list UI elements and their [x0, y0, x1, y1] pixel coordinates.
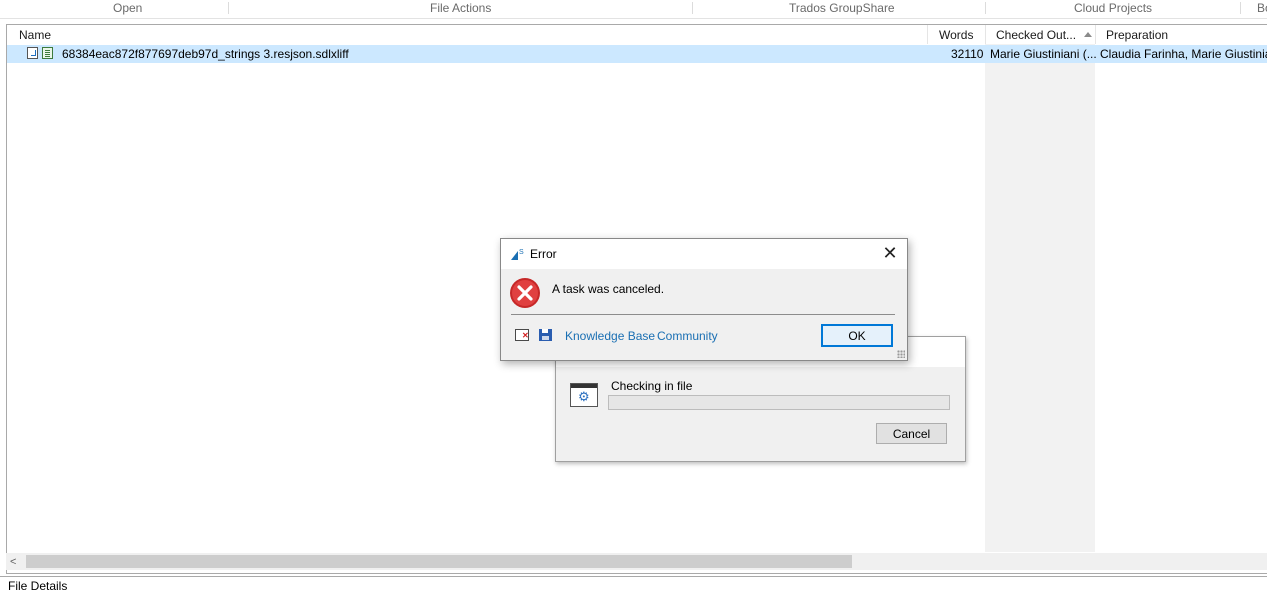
ribbon-group-truncated[interactable]: Bo — [1257, 1, 1267, 15]
svg-text:S: S — [519, 249, 524, 256]
gear-window-icon: ⚙ — [570, 383, 598, 407]
error-dialog-title: Error — [530, 247, 557, 261]
cell-words: 32110 — [951, 47, 984, 61]
window-error-icon[interactable] — [515, 329, 529, 341]
ok-button[interactable]: OK — [821, 324, 893, 347]
column-header-name[interactable]: Name — [19, 28, 51, 42]
ribbon-separator — [692, 2, 693, 14]
scroll-left-arrow[interactable]: < — [10, 556, 16, 568]
column-divider[interactable] — [985, 25, 986, 44]
column-header-checked-out[interactable]: Checked Out... — [996, 28, 1076, 42]
resize-grip-icon[interactable] — [897, 350, 905, 358]
knowledge-base-link[interactable]: Knowledge Base — [565, 329, 655, 343]
cancel-button[interactable]: Cancel — [876, 423, 947, 444]
grid-header: Name Words Checked Out... Preparation — [7, 25, 1267, 44]
file-details-panel: File Details — [0, 576, 1267, 593]
ribbon-separator — [985, 2, 986, 14]
cell-preparation: Claudia Farinha, Marie Giustiniani — [1100, 47, 1267, 61]
error-message: A task was canceled. — [552, 282, 665, 296]
scrollbar-thumb[interactable] — [26, 555, 852, 568]
ribbon-group-open[interactable]: Open — [113, 1, 142, 15]
app-icon: S — [511, 249, 524, 260]
cell-name: 68384eac872f877697deb97d_strings 3.resjs… — [62, 47, 349, 61]
column-divider[interactable] — [1095, 25, 1096, 44]
community-link[interactable]: Community — [657, 329, 718, 343]
progress-bar — [608, 395, 950, 410]
progress-message: Checking in file — [611, 379, 693, 393]
close-icon[interactable]: ✕ — [879, 243, 901, 265]
ribbon-group-trados-groupshare[interactable]: Trados GroupShare — [789, 1, 895, 15]
column-header-words[interactable]: Words — [939, 28, 973, 42]
file-checkin-icon — [27, 47, 38, 59]
save-icon[interactable] — [539, 329, 552, 341]
error-dialog: S Error ✕ A task was canceled. Knowledge… — [500, 238, 908, 361]
sorted-column-highlight — [985, 44, 1095, 552]
horizontal-scrollbar[interactable]: < — [6, 553, 1267, 570]
file-details-title[interactable]: File Details — [8, 579, 67, 593]
ribbon-group-bar: Open File Actions Trados GroupShare Clou… — [0, 0, 1267, 19]
ribbon-separator — [228, 2, 229, 14]
ribbon-group-cloud-projects[interactable]: Cloud Projects — [1074, 1, 1152, 15]
error-icon — [510, 278, 540, 308]
ribbon-group-file-actions[interactable]: File Actions — [430, 1, 491, 15]
column-header-preparation[interactable]: Preparation — [1106, 28, 1168, 42]
ribbon-separator — [1240, 2, 1241, 14]
table-row[interactable]: 68384eac872f877697deb97d_strings 3.resjs… — [7, 45, 1267, 63]
error-dialog-titlebar[interactable]: S Error ✕ — [501, 239, 907, 269]
sort-ascending-icon — [1084, 32, 1092, 37]
sdlxliff-file-icon — [42, 47, 53, 59]
cell-checked-out: Marie Giustiniani (... — [990, 47, 1097, 61]
column-divider[interactable] — [927, 25, 928, 44]
divider — [511, 314, 895, 315]
